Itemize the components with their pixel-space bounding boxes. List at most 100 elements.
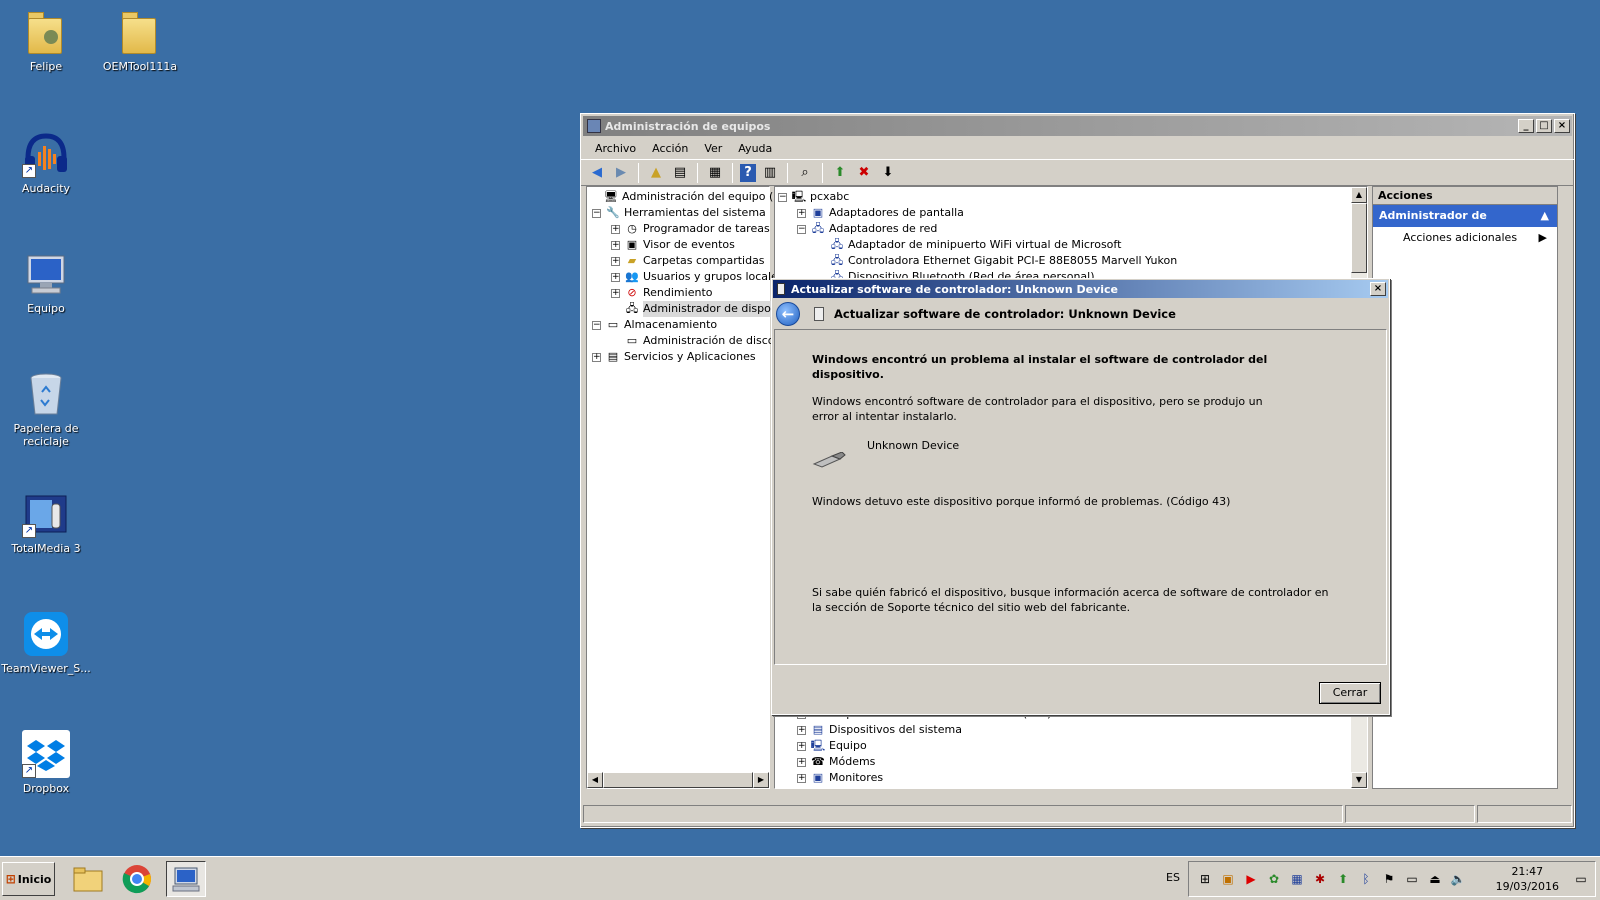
forward-arrow-icon[interactable]: ▶ (611, 163, 631, 183)
taskbar-explorer[interactable] (68, 861, 108, 897)
tree-node-disk-management[interactable]: ▭ Administración de discos (590, 333, 780, 349)
menu-archivo[interactable]: Archivo (587, 140, 644, 157)
tree-node-task-scheduler[interactable]: + ◷ Programador de tareas (590, 221, 770, 237)
tree-node-event-viewer[interactable]: + ▣ Visor de eventos (590, 237, 769, 253)
device-node-monitors[interactable]: + ▣ Monitores (778, 770, 1051, 786)
language-indicator[interactable]: ES (1166, 871, 1180, 884)
window-titlebar[interactable]: Administración de equipos _ □ × (583, 116, 1572, 136)
network-icon[interactable]: ✱ (1312, 871, 1328, 887)
desktop-icon-equipo[interactable]: Equipo (0, 250, 92, 315)
tree-node-shared-folders[interactable]: + ▰ Carpetas compartidas (590, 253, 769, 269)
tree-node-storage[interactable]: − ▭ Almacenamiento (590, 317, 769, 333)
collapse-icon[interactable]: − (797, 224, 806, 234)
usb-eject-icon[interactable]: ⏏ (1427, 871, 1443, 887)
back-button[interactable]: ← (776, 302, 800, 326)
expand-icon[interactable]: + (611, 272, 620, 282)
desktop-icon-felipe[interactable]: Felipe (0, 8, 92, 73)
dialog-close-button[interactable]: × (1370, 282, 1386, 296)
device-node-wifi-miniport[interactable]: 🖧 Adaptador de minipuerto WiFi virtual d… (778, 237, 1367, 253)
device-node-network-adapters[interactable]: − 🖧 Adaptadores de red (778, 221, 1367, 237)
collapse-up-icon[interactable]: ▲ (1541, 205, 1549, 227)
taskbar-chrome[interactable] (117, 861, 157, 897)
disable-device-icon[interactable]: ⬇ (878, 163, 898, 183)
minimize-button[interactable]: _ (1518, 119, 1534, 133)
expand-icon[interactable]: + (611, 224, 620, 234)
windows-flag-icon[interactable]: ⊞ (1197, 871, 1213, 887)
update-driver-dialog[interactable]: Actualizar software de controlador: Unkn… (771, 278, 1390, 715)
display-icon[interactable]: ▭ (1404, 871, 1420, 887)
scan-hardware-icon[interactable]: ⌕ (795, 163, 815, 183)
sync-icon[interactable]: ✿ (1266, 871, 1282, 887)
video-player-icon[interactable]: ▶ (1243, 871, 1259, 887)
device-node-computer[interactable]: + 🖳 Equipo (778, 738, 1051, 754)
device-node-pc[interactable]: − 🖳 pcxabc (778, 189, 1367, 205)
expand-icon[interactable]: + (797, 741, 806, 751)
start-button[interactable]: ⊞ Inicio (2, 862, 55, 896)
scroll-left-icon[interactable]: ◀ (587, 772, 603, 788)
clock[interactable]: 21:47 19/03/2016 (1496, 864, 1559, 894)
uninstall-icon[interactable]: ✖ (854, 163, 874, 183)
tree-node-device-manager[interactable]: 🖧 Administrador de dispositi (590, 301, 788, 317)
show-desktop-icon[interactable]: ▭ (1573, 871, 1589, 887)
show-action-pane-icon[interactable]: ▥ (760, 163, 780, 183)
menu-accion[interactable]: Acción (644, 140, 696, 157)
actions-pane: Acciones Administrador de dispositi... ▲… (1372, 186, 1558, 789)
collapse-icon[interactable]: − (592, 208, 601, 218)
menu-ver[interactable]: Ver (696, 140, 730, 157)
tray-app-icon[interactable]: ▣ (1220, 871, 1236, 887)
desktop-icon-totalmedia[interactable]: ↗ TotalMedia 3 (0, 490, 92, 555)
tree-node-system-tools[interactable]: − 🔧 Herramientas del sistema (590, 205, 769, 221)
desktop-icon-recycle-bin[interactable]: Papelera de reciclaje (0, 370, 92, 448)
expand-icon[interactable]: + (611, 288, 620, 298)
scroll-thumb[interactable] (603, 772, 753, 788)
scroll-up-icon[interactable]: ▲ (1351, 187, 1367, 203)
close-dialog-button[interactable]: Cerrar (1319, 682, 1381, 704)
help-icon[interactable]: ? (740, 163, 756, 182)
scroll-down-icon[interactable]: ▼ (1351, 772, 1367, 788)
navigation-tree[interactable]: 🖥 Administración del equipo (local) − 🔧 … (586, 186, 803, 789)
security-icon[interactable]: ▦ (1289, 871, 1305, 887)
collapse-icon[interactable]: − (778, 192, 787, 202)
tree-node-performance[interactable]: + ⊘ Rendimiento (590, 285, 769, 301)
taskbar-computer-management[interactable] (166, 861, 206, 897)
tree-node-local-users[interactable]: + 👥 Usuarios y grupos locales (590, 269, 784, 285)
device-node-display-adapters[interactable]: + ▣ Adaptadores de pantalla (778, 205, 1367, 221)
device-node-modems[interactable]: + ☎ Módems (778, 754, 1051, 770)
update-driver-icon[interactable]: ⬆ (830, 163, 850, 183)
collapse-icon[interactable]: − (592, 320, 601, 330)
device-node-system-devices[interactable]: + ▤ Dispositivos del sistema (778, 722, 1051, 738)
actions-device-manager[interactable]: Administrador de dispositi... ▲ (1373, 205, 1557, 244)
bluetooth-icon[interactable]: ᛒ (1358, 871, 1374, 887)
close-button[interactable]: × (1554, 119, 1570, 133)
horizontal-scrollbar[interactable]: ◀ ▶ (587, 772, 769, 788)
properties-icon[interactable]: ▦ (705, 163, 725, 183)
volume-icon[interactable]: 🔈 (1450, 871, 1466, 887)
desktop-icon-oemtool[interactable]: OEMTool111a (94, 8, 186, 73)
desktop-icon-dropbox[interactable]: ↗ Dropbox (0, 730, 92, 795)
folder-icon (116, 8, 164, 56)
expand-icon[interactable]: + (611, 256, 620, 266)
device-node-ethernet[interactable]: 🖧 Controladora Ethernet Gigabit PCI-E 88… (778, 253, 1367, 269)
update-icon[interactable]: ⬆ (1335, 871, 1351, 887)
maximize-button[interactable]: □ (1536, 119, 1552, 133)
window-title: Administración de equipos (605, 119, 771, 133)
expand-icon[interactable]: + (797, 773, 806, 783)
action-center-flag-icon[interactable]: ⚑ (1381, 871, 1397, 887)
expand-icon[interactable]: + (611, 240, 620, 250)
tree-node-services-apps[interactable]: + ▤ Servicios y Aplicaciones (590, 349, 769, 365)
show-hide-tree-icon[interactable]: ▤ (670, 163, 690, 183)
expand-icon[interactable]: + (797, 725, 806, 735)
expand-icon[interactable]: + (592, 352, 601, 362)
up-folder-icon[interactable]: ▲ (646, 163, 666, 183)
scroll-right-icon[interactable]: ▶ (753, 772, 769, 788)
dialog-titlebar[interactable]: Actualizar software de controlador: Unkn… (773, 280, 1388, 298)
device-name: Unknown Device (867, 439, 960, 452)
scroll-thumb[interactable] (1351, 203, 1367, 273)
expand-icon[interactable]: + (797, 757, 806, 767)
back-arrow-icon[interactable]: ◀ (587, 163, 607, 183)
desktop-icon-audacity[interactable]: ↗ Audacity (0, 130, 92, 195)
menu-ayuda[interactable]: Ayuda (730, 140, 780, 157)
desktop-icon-teamviewer[interactable]: TeamViewer_S... (0, 610, 92, 675)
expand-icon[interactable]: + (797, 208, 806, 218)
tree-node-computer-management[interactable]: 🖥 Administración del equipo (local) (590, 189, 803, 205)
